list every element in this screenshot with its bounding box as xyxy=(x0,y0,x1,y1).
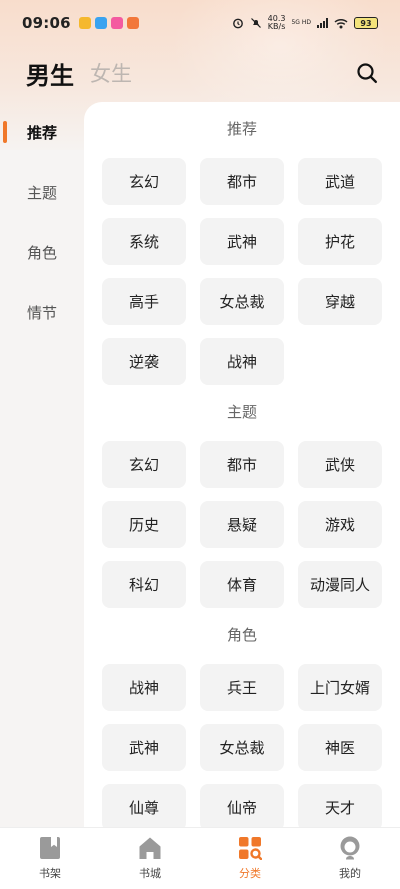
sidebar-item-label: 主题 xyxy=(27,183,58,202)
alarm-icon xyxy=(232,18,243,29)
nav-category[interactable]: 分类 xyxy=(200,828,300,889)
notification-icons xyxy=(78,17,139,29)
tag-button[interactable]: 都市 xyxy=(200,441,284,488)
wifi-icon xyxy=(334,18,348,28)
sidebar-item-recommend[interactable]: 推荐 xyxy=(0,102,84,162)
tag-button[interactable]: 穿越 xyxy=(298,278,382,325)
tag-button[interactable]: 逆袭 xyxy=(102,338,186,385)
mute-icon xyxy=(250,18,261,28)
tag-button[interactable]: 武神 xyxy=(102,724,186,771)
tag-button[interactable]: 神医 xyxy=(298,724,382,771)
tag-button[interactable]: 高手 xyxy=(102,278,186,325)
sidebar-item-label: 情节 xyxy=(27,303,58,322)
app-notification-icon xyxy=(94,17,107,29)
category-icon xyxy=(239,837,262,860)
tag-panel: 推荐 玄幻 都市 武道 系统 武神 护花 高手 女总裁 穿越 逆袭 战神 主题 … xyxy=(84,102,400,827)
tag-button[interactable]: 动漫同人 xyxy=(298,561,382,608)
sidebar-item-label: 推荐 xyxy=(27,123,58,142)
search-icon xyxy=(357,63,377,83)
tag-button[interactable]: 女总裁 xyxy=(200,724,284,771)
tag-button[interactable]: 女总裁 xyxy=(200,278,284,325)
tag-button[interactable]: 武神 xyxy=(200,218,284,265)
sidebar-item-plot[interactable]: 情节 xyxy=(0,282,84,342)
tag-button[interactable]: 悬疑 xyxy=(200,501,284,548)
tag-button[interactable]: 历史 xyxy=(102,501,186,548)
bookmark-icon xyxy=(40,837,60,859)
status-time: 09:06 xyxy=(22,14,71,32)
tag-grid: 玄幻 都市 武道 系统 武神 护花 高手 女总裁 穿越 逆袭 战神 xyxy=(84,154,400,385)
signal-icon xyxy=(317,18,328,28)
tag-button[interactable]: 战神 xyxy=(102,664,186,711)
profile-icon xyxy=(340,836,360,860)
nav-label: 分类 xyxy=(239,867,261,880)
nav-bookshelf[interactable]: 书架 xyxy=(0,828,100,889)
home-icon xyxy=(139,837,161,859)
tag-button[interactable]: 上门女婿 xyxy=(298,664,382,711)
sidebar-item-role[interactable]: 角色 xyxy=(0,222,84,282)
tag-grid: 玄幻 都市 武侠 历史 悬疑 游戏 科幻 体育 动漫同人 xyxy=(84,437,400,608)
tag-button[interactable]: 仙尊 xyxy=(102,784,186,827)
app-notification-icon xyxy=(110,17,123,29)
sidebar-item-label: 角色 xyxy=(27,243,58,262)
tag-button[interactable]: 武道 xyxy=(298,158,382,205)
tag-button[interactable]: 系统 xyxy=(102,218,186,265)
tab-male[interactable]: 男生 xyxy=(26,56,74,91)
status-bar: 09:06 40.3 KB/s 5G HD 93 xyxy=(0,0,400,46)
search-button[interactable] xyxy=(354,60,380,86)
nav-label: 书城 xyxy=(139,867,161,880)
signal-label: 5G HD xyxy=(291,19,311,26)
status-indicators: 40.3 KB/s 5G HD 93 xyxy=(232,15,378,31)
tag-grid: 战神 兵王 上门女婿 武神 女总裁 神医 仙尊 仙帝 天才 xyxy=(84,660,400,827)
nav-label: 书架 xyxy=(39,867,61,880)
nav-profile[interactable]: 我的 xyxy=(300,828,400,889)
nav-bookstore[interactable]: 书城 xyxy=(100,828,200,889)
sidebar-item-theme[interactable]: 主题 xyxy=(0,162,84,222)
tag-button[interactable]: 玄幻 xyxy=(102,158,186,205)
app-notification-icon xyxy=(126,17,139,29)
tag-button[interactable]: 玄幻 xyxy=(102,441,186,488)
tag-button[interactable]: 护花 xyxy=(298,218,382,265)
section-title: 推荐 xyxy=(226,119,257,138)
net-speed-unit: KB/s xyxy=(267,22,286,31)
net-speed: 40.3 KB/s xyxy=(268,15,286,31)
category-sidebar: 推荐 主题 角色 情节 xyxy=(0,102,84,342)
nav-label: 我的 xyxy=(339,867,361,880)
tag-button[interactable]: 兵王 xyxy=(200,664,284,711)
tag-button[interactable]: 天才 xyxy=(298,784,382,827)
tag-button[interactable]: 仙帝 xyxy=(200,784,284,827)
tag-button[interactable]: 体育 xyxy=(200,561,284,608)
battery-icon: 93 xyxy=(354,17,378,29)
section-title: 角色 xyxy=(226,625,257,644)
tag-button[interactable]: 科幻 xyxy=(102,561,186,608)
bottom-nav: 书架 书城 分类 我的 xyxy=(0,827,400,889)
tab-female[interactable]: 女生 xyxy=(90,58,132,88)
tag-button[interactable]: 武侠 xyxy=(298,441,382,488)
tag-button[interactable]: 都市 xyxy=(200,158,284,205)
app-notification-icon xyxy=(78,17,91,29)
tag-button[interactable]: 战神 xyxy=(200,338,284,385)
header: 男生 女生 xyxy=(26,56,380,90)
tag-button[interactable]: 游戏 xyxy=(298,501,382,548)
section-title: 主题 xyxy=(226,402,257,421)
